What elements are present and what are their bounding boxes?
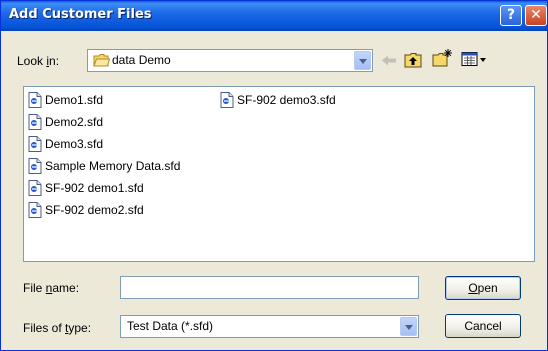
close-button[interactable]: ✕ <box>525 5 547 26</box>
cancel-button[interactable]: Cancel <box>445 314 521 338</box>
up-one-level-icon[interactable] <box>403 51 423 69</box>
file-type-dropdown-arrow[interactable] <box>400 317 417 336</box>
file-name-label: File name: <box>23 281 80 295</box>
file-icon <box>220 92 234 108</box>
look-in-dropdown[interactable]: data Demo <box>87 49 373 72</box>
look-in-dropdown-arrow[interactable] <box>354 51 371 70</box>
help-button[interactable]: ? <box>500 5 522 26</box>
file-icon <box>28 92 42 108</box>
view-menu-icon[interactable] <box>461 51 487 67</box>
folder-icon <box>93 54 110 67</box>
file-icon <box>28 202 42 218</box>
look-in-label: Look in: <box>17 54 60 68</box>
back-arrow-icon[interactable] <box>381 54 398 67</box>
title-bar[interactable]: Add Customer Files ? ✕ <box>1 1 547 31</box>
file-type-dropdown[interactable]: Test Data (*.sfd) <box>120 315 419 338</box>
open-button[interactable]: Open <box>445 276 521 300</box>
file-type-label: Files of type: <box>23 321 92 335</box>
window-title: Add Customer Files <box>9 7 152 22</box>
file-type-value: Test Data (*.sfd) <box>127 319 214 333</box>
file-icon <box>28 136 42 152</box>
new-folder-icon[interactable] <box>431 48 453 68</box>
file-icon <box>28 180 42 196</box>
add-customer-files-dialog: Add Customer Files ? ✕ Look in: data Dem… <box>0 0 548 351</box>
file-list[interactable]: Demo1.sfd Demo2.sfd Demo3.sfd Sample Mem… <box>23 86 535 262</box>
look-in-value: data Demo <box>112 53 171 67</box>
file-icon <box>28 114 42 130</box>
file-icon <box>28 158 42 174</box>
file-name-input[interactable] <box>120 276 419 299</box>
